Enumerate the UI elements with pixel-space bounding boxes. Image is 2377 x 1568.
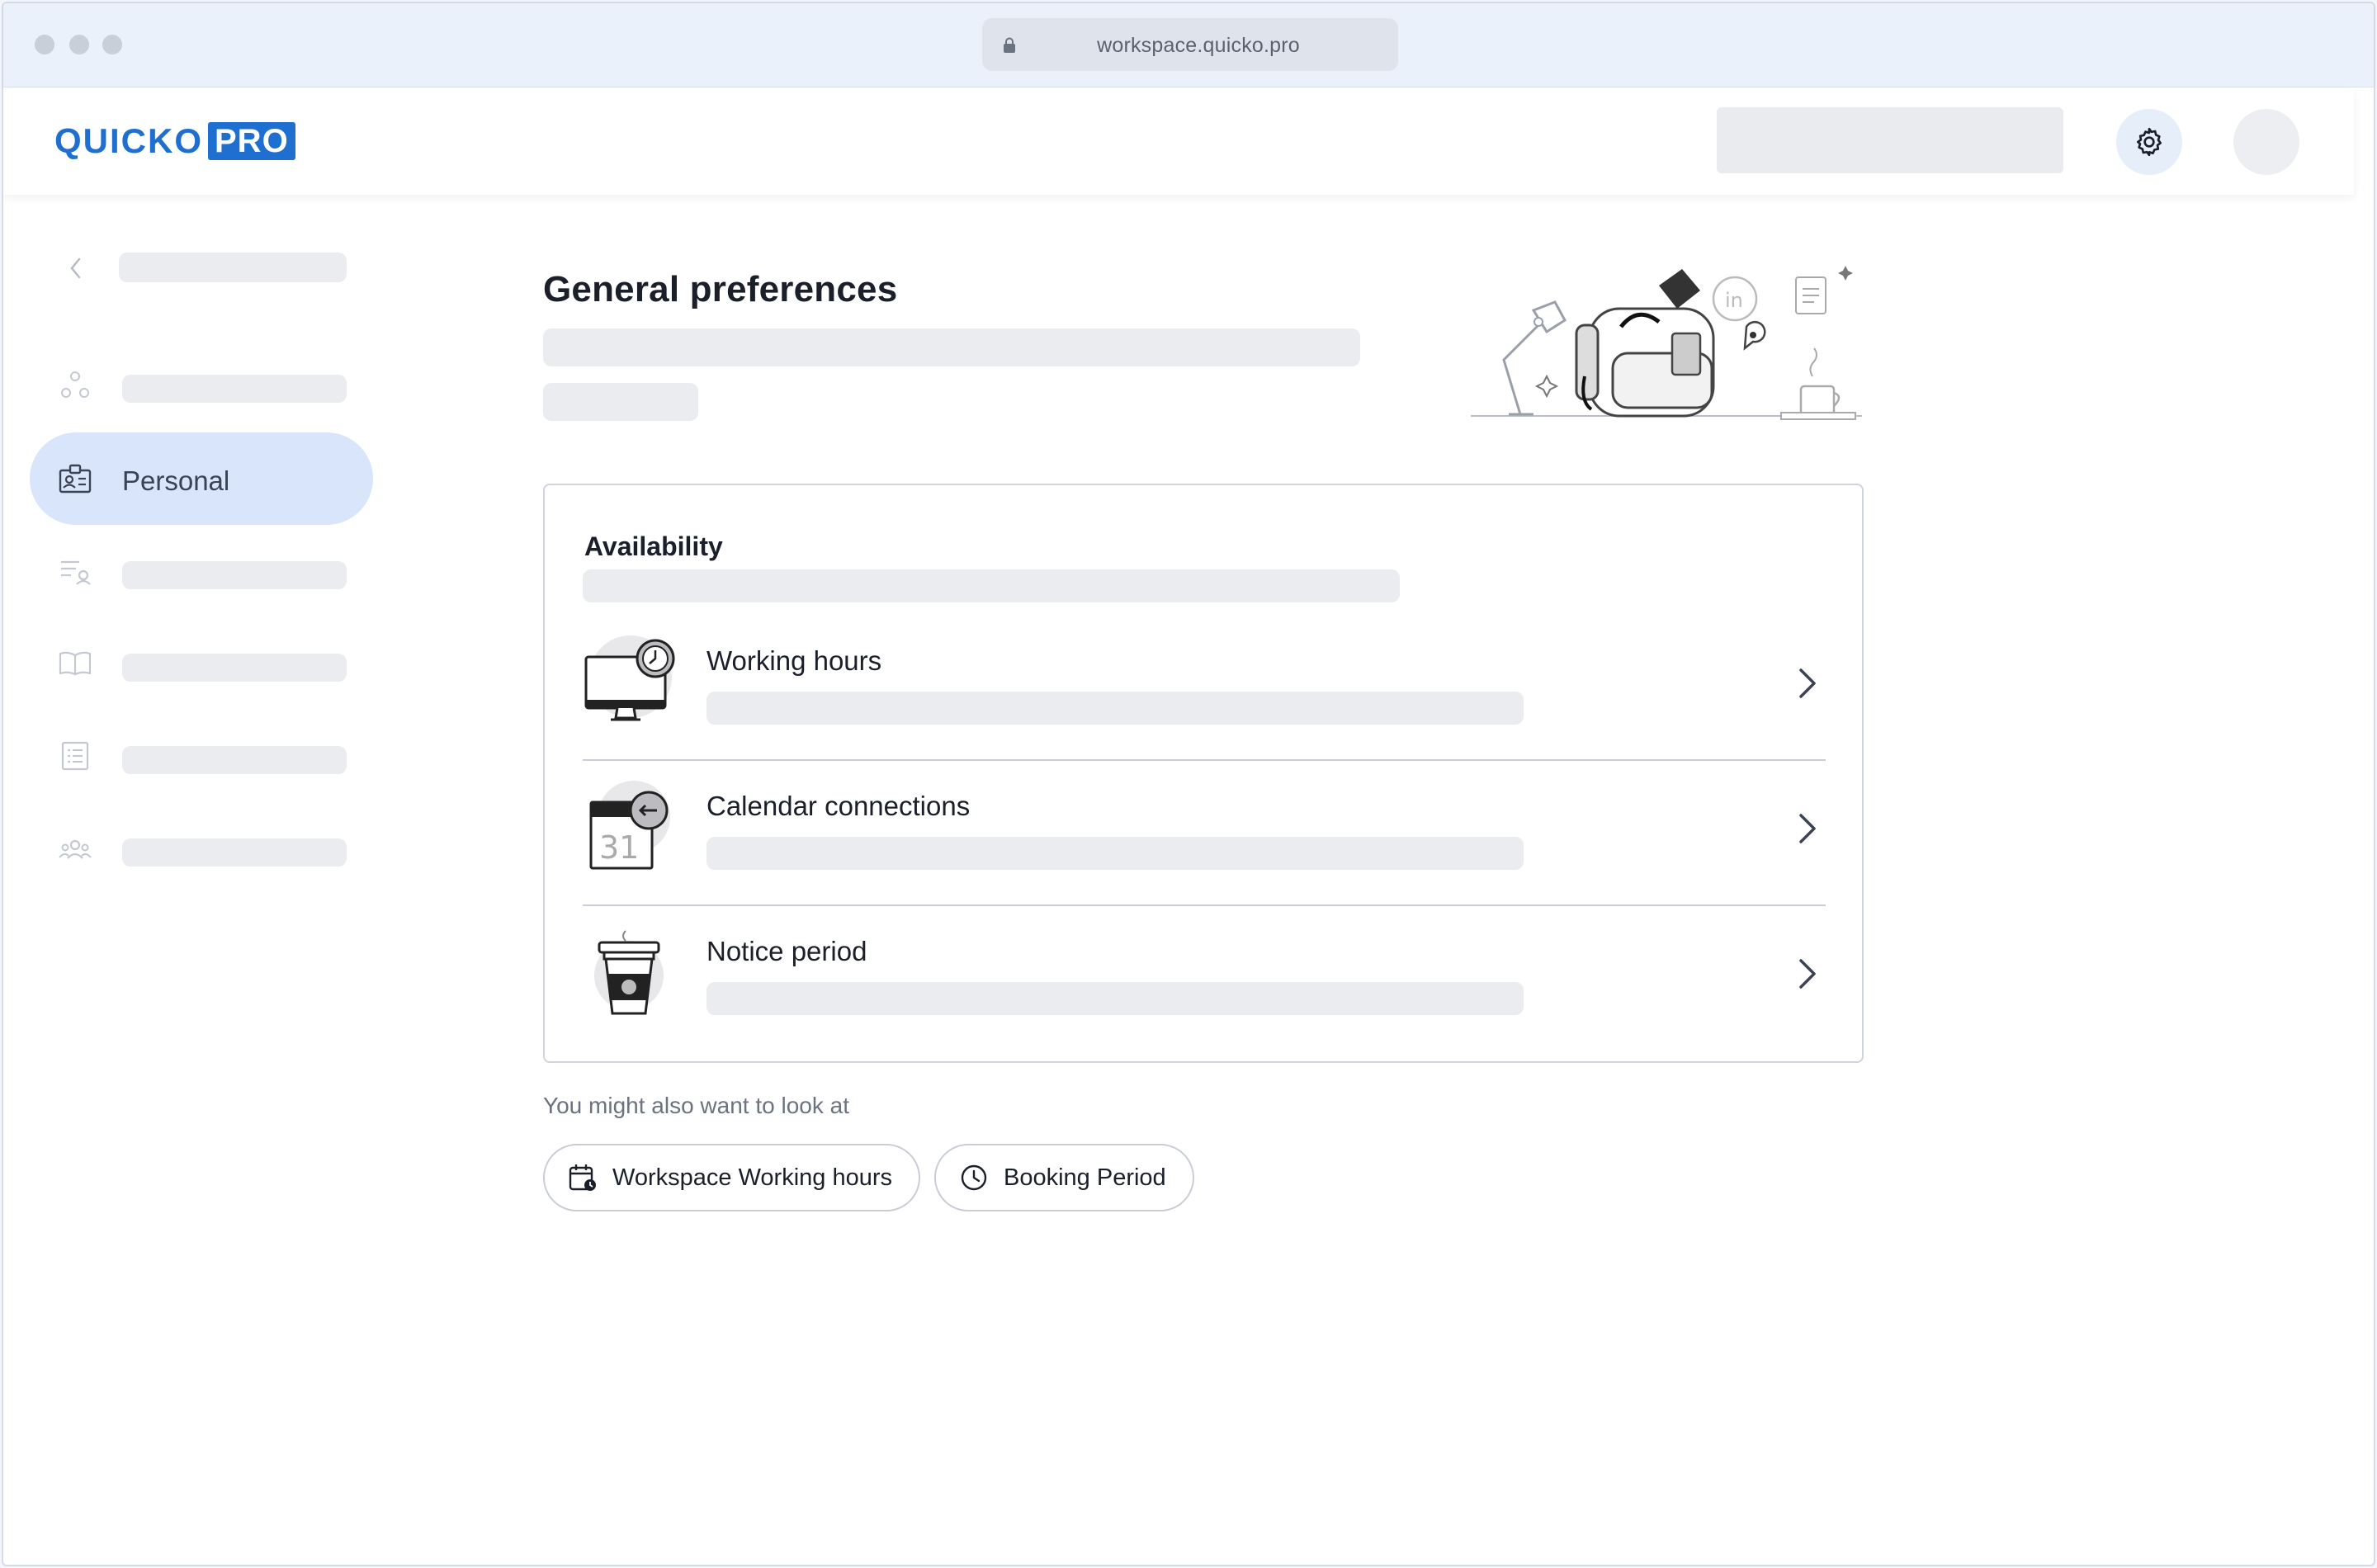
sidebar-item-placeholder-text <box>122 838 347 867</box>
list-icon <box>61 741 89 771</box>
pref-label: Working hours <box>706 645 882 676</box>
team-icon <box>59 839 92 859</box>
logo-badge: PRO <box>208 122 295 160</box>
browser-chrome: workspace.quicko.pro <box>3 3 2374 87</box>
pref-label: Notice period <box>706 936 867 966</box>
address-bar[interactable]: workspace.quicko.pro <box>982 18 1398 71</box>
row-divider <box>583 759 1826 761</box>
card-description-placeholder <box>583 569 1400 602</box>
pref-description-placeholder <box>706 837 1524 870</box>
sidebar-item-placeholder-text <box>122 561 347 589</box>
sidebar-item-placeholder-text <box>122 654 347 682</box>
chevron-right-icon <box>1799 668 1816 698</box>
sidebar: Personal <box>3 195 399 1565</box>
browser-window: workspace.quicko.pro QUICKO PRO Personal… <box>2 2 2375 1566</box>
sidebar-header-placeholder <box>119 253 347 282</box>
chip-booking-period[interactable]: Booking Period <box>934 1144 1194 1211</box>
pref-row-calendar-connections[interactable]: 31 Calendar connections <box>583 769 1826 914</box>
chip-workspace-working-hours[interactable]: Workspace Working hours <box>543 1144 921 1211</box>
gear-icon <box>2137 127 2162 157</box>
chip-label: Workspace Working hours <box>612 1164 893 1191</box>
nodes-icon <box>61 371 89 398</box>
sidebar-item-placeholder-4[interactable] <box>30 710 373 802</box>
window-minimize-dot[interactable] <box>69 35 89 54</box>
sidebar-item-placeholder-text <box>122 746 347 774</box>
sidebar-item-placeholder-3[interactable] <box>30 617 373 710</box>
calendar-clock-icon <box>569 1164 596 1191</box>
app-header: QUICKO PRO <box>3 87 2354 195</box>
header-search-placeholder[interactable] <box>1717 107 2063 173</box>
backpack-illustration: in <box>1471 266 1862 420</box>
pref-label: Calendar connections <box>706 791 971 821</box>
id-card-icon <box>59 464 92 494</box>
sidebar-item-label: Personal <box>122 465 230 496</box>
window-close-dot[interactable] <box>35 35 54 54</box>
calendar-sync-icon: 31 <box>589 781 670 870</box>
chip-label: Booking Period <box>1004 1164 1166 1191</box>
sidebar-item-placeholder-2[interactable] <box>30 525 373 617</box>
page-subtitle-placeholder <box>543 328 1360 366</box>
sidebar-item-personal[interactable]: Personal <box>30 432 373 525</box>
logo-wordmark: QUICKO <box>54 121 203 160</box>
settings-button[interactable] <box>2116 109 2182 175</box>
avatar[interactable] <box>2233 109 2299 175</box>
page-title: General preferences <box>543 269 898 309</box>
pref-row-notice-period[interactable]: Notice period <box>583 914 1826 1060</box>
chevron-right-icon <box>1799 814 1816 843</box>
pref-row-working-hours[interactable]: Working hours <box>583 624 1826 769</box>
brand-logo[interactable]: QUICKO PRO <box>54 120 295 162</box>
book-icon <box>59 651 92 676</box>
url-text: workspace.quicko.pro <box>1097 34 1300 57</box>
chevron-left-icon <box>70 257 81 279</box>
page-subtitle-placeholder-2 <box>543 383 698 421</box>
sidebar-back-row[interactable] <box>68 253 348 282</box>
chevron-right-icon <box>1799 959 1816 989</box>
pref-description-placeholder <box>706 982 1524 1015</box>
filter-list-icon <box>61 560 91 585</box>
monitor-clock-icon <box>584 635 675 721</box>
window-maximize-dot[interactable] <box>102 35 122 54</box>
sidebar-item-placeholder-text <box>122 375 347 403</box>
card-title: Availability <box>584 531 723 561</box>
clock-icon <box>961 1164 987 1191</box>
sidebar-item-placeholder-5[interactable] <box>30 802 373 895</box>
suggestions-hint: You might also want to look at <box>543 1093 849 1118</box>
sidebar-item-placeholder-1[interactable] <box>30 338 373 431</box>
availability-card: Availability Working hours 31 Calendar c… <box>543 484 1864 1063</box>
coffee-cup-icon <box>594 930 664 1015</box>
pref-description-placeholder <box>706 692 1524 725</box>
row-divider <box>583 904 1826 906</box>
svg-text:in: in <box>1725 289 1743 312</box>
svg-text:31: 31 <box>599 829 639 866</box>
